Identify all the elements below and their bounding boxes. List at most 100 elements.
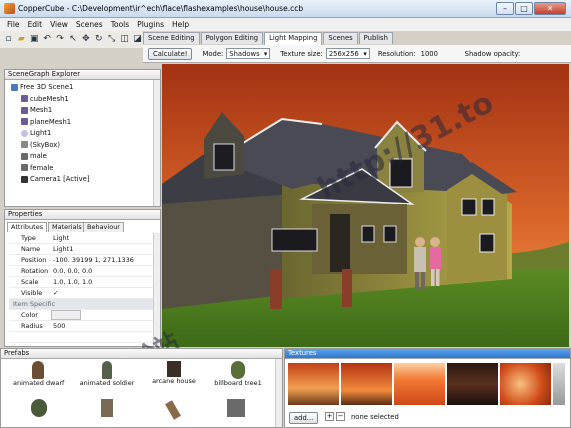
scenegraph-item[interactable]: female: [21, 164, 53, 172]
new-file-icon[interactable]: ▫: [3, 34, 14, 45]
calculate-button[interactable]: Calculate!: [148, 47, 193, 60]
property-row[interactable]: Rotation 0.0, 0.0, 0.0: [9, 266, 158, 277]
window: [383, 225, 397, 243]
scene-render: [162, 64, 569, 347]
texture-thumb[interactable]: [553, 363, 565, 405]
scenegraph-item[interactable]: male: [21, 152, 47, 160]
tab-publish[interactable]: Publish: [358, 32, 393, 44]
scenegraph-header: SceneGraph Explorer: [5, 70, 160, 80]
plant-icon[interactable]: [101, 399, 113, 417]
menu-tools[interactable]: Tools: [111, 20, 129, 29]
scrollbar[interactable]: [153, 80, 160, 206]
property-row[interactable]: Position -100. 39199 1, 271.1336: [9, 255, 158, 266]
maximize-button[interactable]: □: [515, 2, 533, 15]
menu-edit[interactable]: Edit: [28, 20, 43, 29]
property-row[interactable]: Radius 500: [9, 321, 158, 332]
app-icon: [4, 3, 15, 14]
property-value[interactable]: Light: [51, 233, 158, 243]
texture-size-select[interactable]: 256x256 ▾: [325, 48, 370, 59]
prefab-item[interactable]: billboard tree1: [213, 361, 263, 387]
scenegraph-item-label: male: [30, 152, 47, 160]
scenegraph-item[interactable]: Camera1 [Active]: [21, 175, 90, 183]
menu-plugins[interactable]: Plugins: [137, 20, 164, 29]
close-button[interactable]: ✕: [534, 2, 566, 15]
window: [481, 198, 495, 216]
property-key: Position: [21, 256, 47, 264]
texture-thumb[interactable]: [288, 363, 339, 405]
property-value[interactable]: Light1: [51, 244, 158, 254]
menu-file[interactable]: File: [7, 20, 20, 29]
textures-panel: Textures add... + − none selected: [284, 348, 571, 428]
move-tool-icon[interactable]: ✥: [80, 34, 91, 45]
property-value[interactable]: 1.0, 1.0, 1.0: [51, 277, 158, 287]
redo-icon[interactable]: ↷: [55, 34, 66, 45]
property-value[interactable]: 0.0, 0.0, 0.0: [51, 266, 158, 276]
resolution-label: Resolution:: [377, 49, 416, 58]
scenegraph-item[interactable]: Free 3D Scene1: [11, 83, 73, 91]
prefab-item[interactable]: animated dwarf: [13, 361, 64, 387]
title-bar: CopperCube - C:\Development\ir^ech\flace…: [0, 0, 571, 18]
plank-icon[interactable]: [165, 400, 181, 420]
scenegraph-item[interactable]: planeMesh1: [21, 118, 71, 126]
add-texture-button[interactable]: add...: [289, 412, 319, 424]
mode-value: Shadows: [229, 49, 260, 58]
chevron-down-icon: ▾: [363, 49, 367, 58]
property-row[interactable]: Name Light1: [9, 244, 158, 255]
scale-tool-icon[interactable]: ⤡: [106, 34, 117, 45]
undo-icon[interactable]: ↶: [42, 34, 53, 45]
view-tool-icon[interactable]: ◪: [132, 34, 143, 45]
box-icon[interactable]: [227, 399, 245, 417]
texture-thumb[interactable]: [341, 363, 392, 405]
tab-behaviour[interactable]: Behaviour: [83, 222, 124, 232]
tab-light-mapping[interactable]: Light Mapping: [264, 32, 323, 45]
mode-select[interactable]: Shadows ▾: [226, 48, 271, 59]
resolution-input[interactable]: 1000: [419, 48, 459, 59]
minus-icon[interactable]: −: [336, 412, 345, 421]
scenegraph-item[interactable]: cubeMesh1: [21, 95, 69, 103]
tab-materials[interactable]: Materials: [48, 222, 86, 232]
tree-icon[interactable]: [31, 399, 47, 417]
prefab-item[interactable]: animated soldier: [79, 361, 135, 387]
tab-attributes[interactable]: Attributes: [7, 222, 48, 232]
property-value[interactable]: [51, 310, 81, 320]
texture-thumb[interactable]: [394, 363, 445, 405]
property-value[interactable]: 500: [51, 321, 158, 331]
select-tool-icon[interactable]: ↖: [68, 34, 79, 45]
property-value[interactable]: -100. 39199 1, 271.1336: [51, 255, 158, 265]
scenegraph-item[interactable]: Mesh1: [21, 106, 52, 114]
window: [461, 198, 477, 216]
camera-icon: [21, 175, 28, 183]
scrollbar[interactable]: [275, 359, 282, 427]
menu-scenes[interactable]: Scenes: [76, 20, 103, 29]
rotate-tool-icon[interactable]: ↻: [93, 34, 104, 45]
minimize-button[interactable]: –: [496, 2, 514, 15]
menu-help[interactable]: Help: [172, 20, 189, 29]
property-row[interactable]: Visible ✓: [9, 288, 158, 299]
chevron-down-icon: ▾: [263, 49, 268, 58]
save-icon[interactable]: ▣: [29, 34, 40, 45]
scenegraph-item[interactable]: Light1: [21, 129, 51, 137]
property-key: Name: [21, 245, 41, 253]
property-row[interactable]: Type Light: [9, 233, 158, 244]
properties-header: Properties: [5, 210, 160, 220]
tab-scenes[interactable]: Scenes: [323, 32, 358, 44]
property-value[interactable]: ✓: [51, 288, 158, 298]
prefab-item[interactable]: arcane house: [149, 361, 199, 385]
menu-view[interactable]: View: [50, 20, 68, 29]
camera-tool-icon[interactable]: ◫: [119, 34, 130, 45]
toolbar: ▫ ▰ ▣ ↶ ↷ ↖ ✥ ↻ ⤡ ◫ ◪: [0, 31, 143, 48]
texture-thumb[interactable]: [447, 363, 498, 405]
scene-icon: [11, 83, 18, 91]
property-row[interactable]: Color: [9, 310, 158, 321]
window: [361, 225, 375, 243]
open-folder-icon[interactable]: ▰: [16, 34, 27, 45]
3d-viewport[interactable]: http://31.to: [162, 64, 569, 347]
tab-scene-editing[interactable]: Scene Editing: [143, 32, 200, 44]
plus-icon[interactable]: +: [325, 412, 334, 421]
property-row[interactable]: Scale 1.0, 1.0, 1.0: [9, 277, 158, 288]
texture-thumb[interactable]: [500, 363, 551, 405]
scenegraph-item[interactable]: (SkyBox): [21, 141, 60, 149]
property-key: Visible: [21, 289, 43, 297]
property-key: Rotation: [21, 267, 49, 275]
tab-polygon-editing[interactable]: Polygon Editing: [200, 32, 264, 44]
